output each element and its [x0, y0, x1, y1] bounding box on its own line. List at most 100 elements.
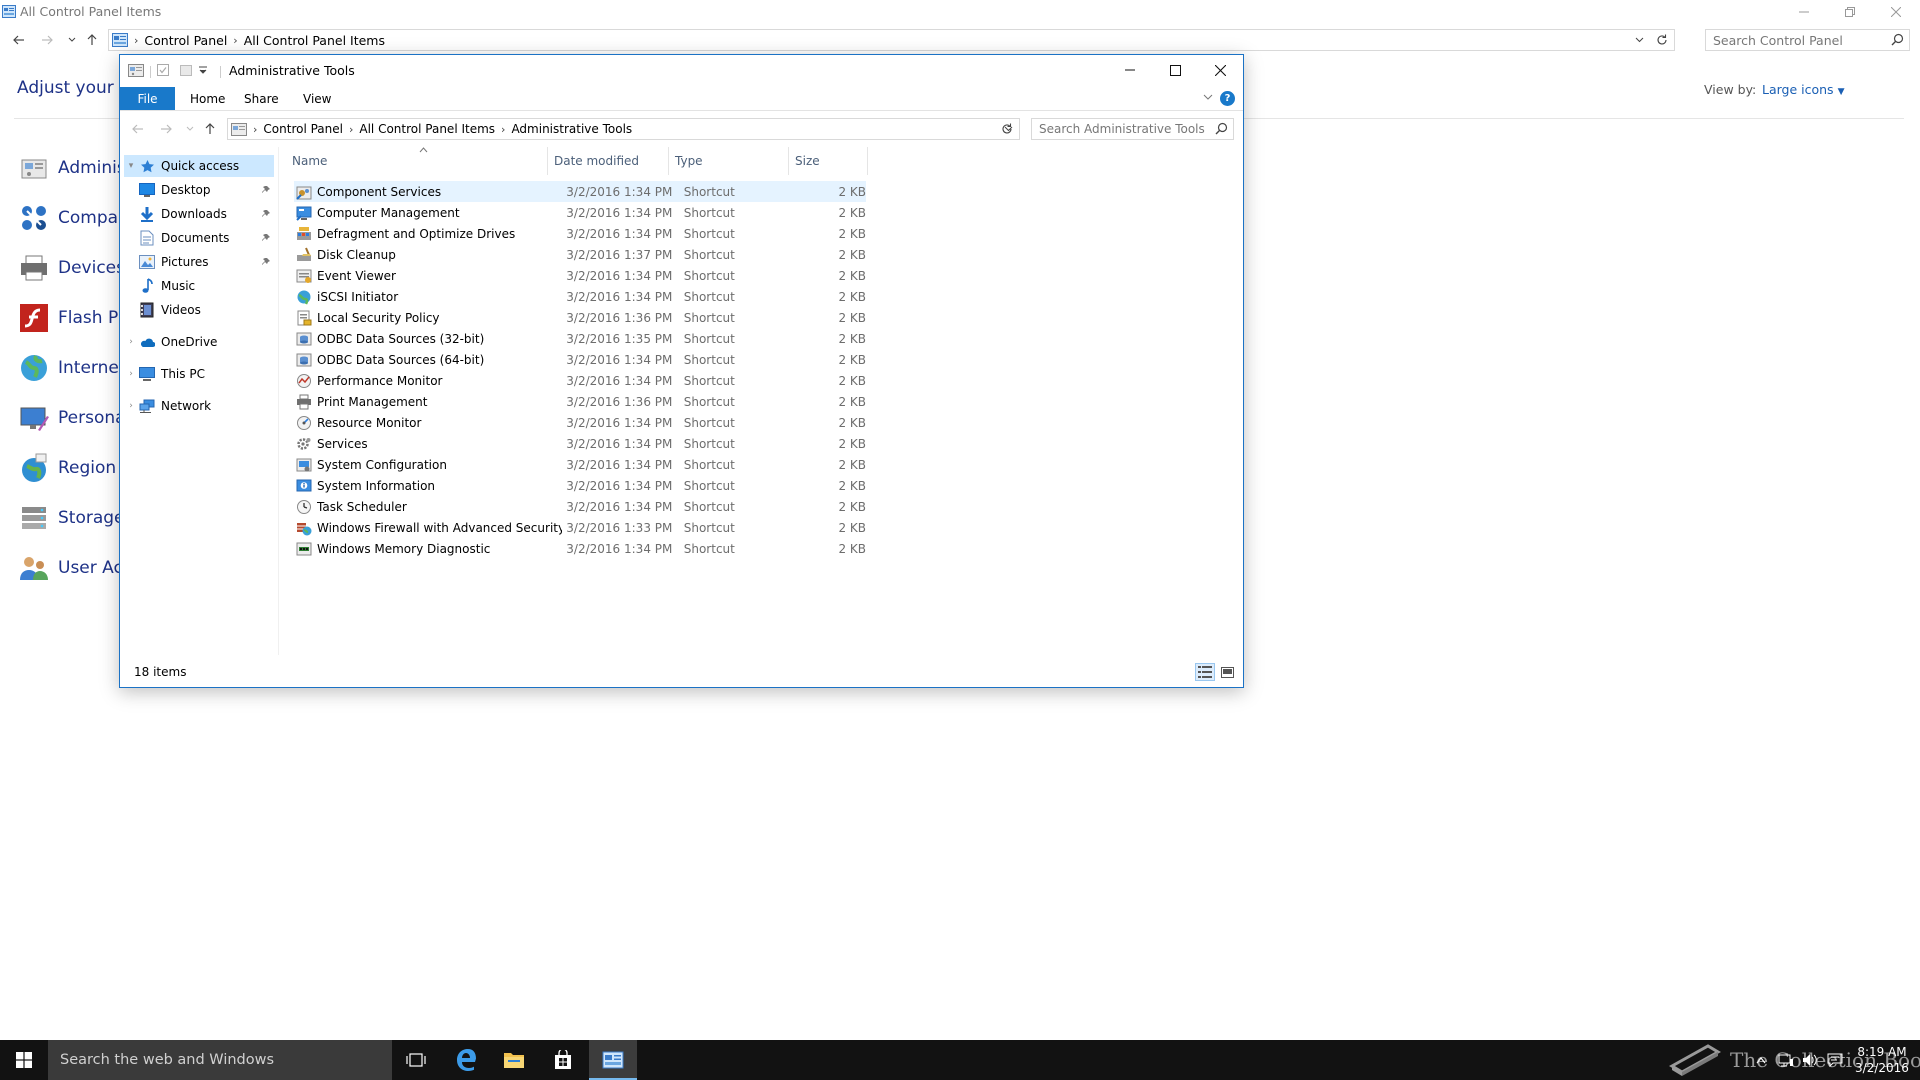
breadcrumb-control-panel[interactable]: Control Panel — [144, 33, 227, 48]
tab-view[interactable]: View — [289, 87, 345, 110]
file-row-defragment-and-optimize-drives[interactable]: Defragment and Optimize Drives 3/2/2016 … — [294, 223, 866, 244]
nav-downloads[interactable]: Downloads — [124, 203, 274, 225]
column-name[interactable]: Name — [286, 147, 548, 175]
cp-item-devices[interactable]: Devices — [18, 248, 125, 288]
nav-videos[interactable]: Videos — [124, 299, 274, 321]
chevron-right-icon[interactable]: › — [124, 401, 138, 411]
qat-customize-button[interactable] — [199, 66, 207, 74]
qat-properties-button[interactable] — [156, 63, 170, 77]
file-row-iscsi-initiator[interactable]: iSCSI Initiator 3/2/2016 1:34 PM Shortcu… — [294, 286, 866, 307]
nav-desktop[interactable]: Desktop — [124, 179, 274, 201]
breadcrumb-control-panel[interactable]: Control Panel — [263, 122, 343, 136]
window-app-icon[interactable] — [128, 63, 144, 77]
start-button[interactable] — [0, 1040, 48, 1080]
column-date-modified[interactable]: Date modified — [548, 147, 669, 175]
cp-item-storage[interactable]: Storage — [18, 498, 125, 538]
file-row-disk-cleanup[interactable]: Disk Cleanup 3/2/2016 1:37 PM Shortcut 2… — [294, 244, 866, 265]
control-panel-title-bar[interactable]: All Control Panel Items — [0, 0, 1920, 24]
cp-item-user-accounts[interactable]: User Acc — [18, 548, 132, 588]
file-row-performance-monitor[interactable]: Performance Monitor 3/2/2016 1:34 PM Sho… — [294, 370, 866, 391]
file-row-system-information[interactable]: System Information 3/2/2016 1:34 PM Shor… — [294, 475, 866, 496]
tab-file[interactable]: File — [120, 87, 175, 110]
nav-music[interactable]: Music — [124, 275, 274, 297]
breadcrumb-administrative-tools[interactable]: Administrative Tools — [511, 122, 632, 136]
file-row-computer-management[interactable]: Computer Management 3/2/2016 1:34 PM Sho… — [294, 202, 866, 223]
cp-item-region[interactable]: Region — [18, 448, 116, 488]
file-row-local-security-policy[interactable]: Local Security Policy 3/2/2016 1:36 PM S… — [294, 307, 866, 328]
control-panel-search-input[interactable]: Search Control Panel — [1705, 29, 1910, 51]
file-row-component-services[interactable]: Component Services 3/2/2016 1:34 PM Shor… — [294, 181, 866, 202]
up-button[interactable] — [83, 31, 101, 49]
explorer-maximize-button[interactable] — [1152, 55, 1198, 85]
show-hidden-icons-button[interactable] — [1753, 1040, 1769, 1080]
taskbar-clock[interactable]: 8:19 AM 3/2/2016 — [1852, 1044, 1912, 1076]
minimize-button[interactable] — [1781, 0, 1827, 24]
cp-item-flash-player[interactable]: Flash Pla — [18, 298, 133, 338]
help-button[interactable]: ? — [1220, 91, 1235, 106]
refresh-button[interactable] — [1656, 34, 1668, 46]
file-row-system-configuration[interactable]: System Configuration 3/2/2016 1:34 PM Sh… — [294, 454, 866, 475]
back-button[interactable] — [10, 31, 28, 49]
taskbar-search-box[interactable]: Search the web and Windows — [48, 1040, 392, 1080]
details-view-button[interactable] — [1195, 663, 1215, 681]
explorer-close-button[interactable] — [1197, 55, 1243, 85]
nav-documents[interactable]: Documents — [124, 227, 274, 249]
control-panel-address-box[interactable]: › Control Panel › All Control Panel Item… — [108, 29, 1675, 51]
network-tray-button[interactable] — [1775, 1040, 1797, 1080]
column-size[interactable]: Size — [789, 147, 868, 175]
file-row-services[interactable]: Services 3/2/2016 1:34 PM Shortcut 2 KB — [294, 433, 866, 454]
pin-icon[interactable] — [260, 257, 272, 267]
explorer-recent-button[interactable] — [181, 120, 199, 138]
cp-item-component[interactable]: Compan — [18, 198, 129, 238]
nav-this-pc[interactable]: › This PC — [124, 363, 274, 385]
pane-divider[interactable] — [278, 147, 279, 655]
pin-icon[interactable] — [260, 233, 272, 243]
explorer-refresh-button[interactable] — [998, 120, 1016, 138]
taskbar-control-panel-button[interactable] — [589, 1040, 637, 1080]
explorer-up-button[interactable] — [201, 120, 219, 138]
recent-locations-button[interactable] — [63, 31, 81, 49]
file-row-windows-firewall-with-advanced-security[interactable]: Windows Firewall with Advanced Security … — [294, 517, 866, 538]
view-by-dropdown[interactable]: Large icons ▼ — [1762, 82, 1844, 97]
cp-item-personalization[interactable]: Personal — [18, 398, 130, 438]
file-row-print-management[interactable]: Print Management 3/2/2016 1:36 PM Shortc… — [294, 391, 866, 412]
forward-button[interactable] — [38, 31, 56, 49]
taskbar-file-explorer-button[interactable] — [490, 1040, 538, 1080]
volume-button[interactable] — [1799, 1040, 1821, 1080]
file-row-resource-monitor[interactable]: Resource Monitor 3/2/2016 1:34 PM Shortc… — [294, 412, 866, 433]
file-row-task-scheduler[interactable]: Task Scheduler 3/2/2016 1:34 PM Shortcut… — [294, 496, 866, 517]
nav-onedrive[interactable]: › OneDrive — [124, 331, 274, 353]
explorer-title-bar[interactable]: Administrative Tools — [120, 55, 1243, 85]
explorer-address-box[interactable]: › Control Panel › All Control Panel Item… — [227, 118, 1020, 140]
action-center-button[interactable] — [1823, 1040, 1847, 1080]
cp-item-administrative-tools[interactable]: Adminis — [18, 148, 126, 188]
task-view-button[interactable] — [392, 1040, 440, 1080]
nav-pictures[interactable]: Pictures — [124, 251, 274, 273]
chevron-right-icon[interactable]: › — [124, 337, 138, 347]
column-type[interactable]: Type — [669, 147, 789, 175]
taskbar-edge-button[interactable] — [442, 1040, 490, 1080]
pin-icon[interactable] — [260, 209, 272, 219]
taskbar-store-button[interactable] — [539, 1040, 587, 1080]
nav-quick-access[interactable]: ▾ Quick access — [124, 155, 274, 177]
large-icons-view-button[interactable] — [1217, 663, 1237, 681]
expand-ribbon-button[interactable] — [1203, 93, 1213, 101]
address-dropdown-button[interactable] — [1635, 35, 1644, 44]
breadcrumb-all-control-panel-items[interactable]: All Control Panel Items — [244, 33, 385, 48]
file-row-odbc-data-sources-64-bit[interactable]: ODBC Data Sources (64-bit) 3/2/2016 1:34… — [294, 349, 866, 370]
restore-button[interactable] — [1827, 0, 1873, 24]
pin-icon[interactable] — [260, 185, 272, 195]
explorer-back-button[interactable] — [129, 120, 147, 138]
cp-item-internet-options[interactable]: Internet — [18, 348, 126, 388]
breadcrumb-all-control-panel-items[interactable]: All Control Panel Items — [359, 122, 495, 136]
close-button[interactable] — [1873, 0, 1919, 24]
nav-network[interactable]: › Network — [124, 395, 274, 417]
file-row-odbc-data-sources-32-bit[interactable]: ODBC Data Sources (32-bit) 3/2/2016 1:35… — [294, 328, 866, 349]
explorer-forward-button[interactable] — [157, 120, 175, 138]
chevron-down-icon[interactable]: ▾ — [124, 161, 138, 171]
chevron-right-icon[interactable]: › — [124, 369, 138, 379]
explorer-search-input[interactable]: Search Administrative Tools — [1031, 118, 1234, 140]
qat-new-folder-button[interactable] — [179, 63, 193, 77]
explorer-minimize-button[interactable] — [1107, 55, 1153, 85]
file-row-event-viewer[interactable]: Event Viewer 3/2/2016 1:34 PM Shortcut 2… — [294, 265, 866, 286]
